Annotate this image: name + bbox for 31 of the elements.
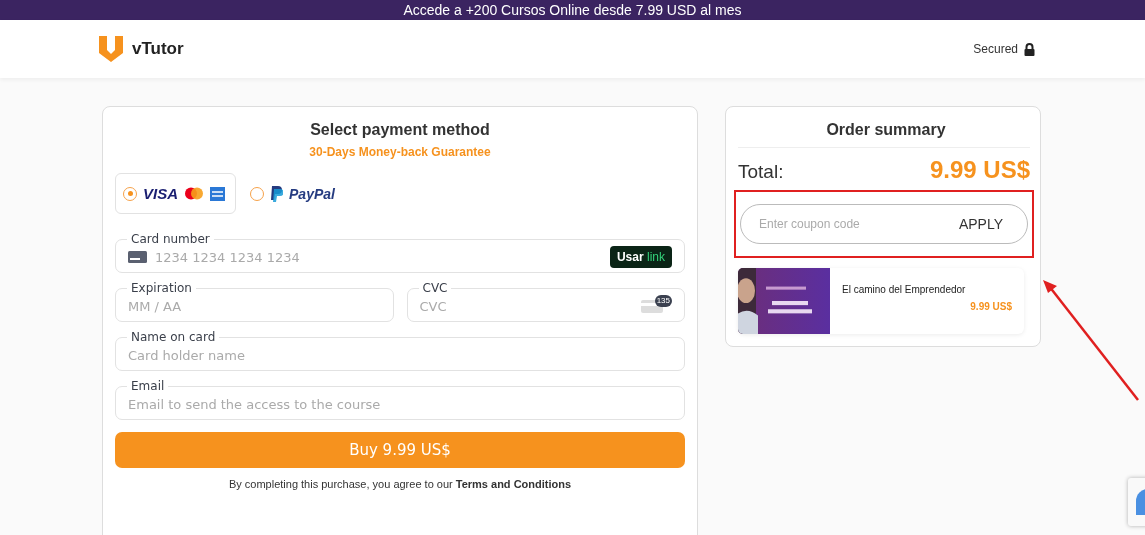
visa-logo: VISA — [143, 185, 178, 202]
total-label: Total: — [738, 161, 784, 183]
course-title: El camino del Emprendedor — [842, 284, 967, 295]
placeholder-text: MM / AA — [128, 298, 182, 314]
placeholder-text: Email to send the access to the course — [128, 396, 382, 412]
brand-name: vTutor — [132, 39, 184, 59]
terms-link[interactable]: Terms and Conditions — [455, 478, 572, 490]
banner-text: Accede a +200 Cursos Online desde 7.99 USD al mes — [403, 2, 742, 18]
paypal-logo: PayPal — [289, 185, 335, 202]
course-price: 9.99 US$ — [970, 301, 1012, 312]
summary-title: Order summary — [825, 121, 947, 139]
guarantee-text: 30-Days Money-back Guarantee — [308, 145, 492, 159]
placeholder-text: 1234 1234 1234 1234 — [155, 249, 301, 265]
payment-option[interactable]: PayPal — [242, 173, 346, 214]
terms-text: By completing this purchase, you agree to our Terms and Conditions — [227, 478, 573, 490]
secured-label: Secured — [973, 42, 1018, 56]
placeholder-text: Enter coupon code — [759, 217, 860, 231]
link-button[interactable]: Usar link — [609, 246, 672, 268]
logo-icon — [98, 35, 124, 63]
total-price: 9.99 US$ — [929, 156, 1030, 184]
placeholder-text: Card holder name — [128, 347, 246, 363]
apply-button[interactable]: APPLY — [952, 215, 1009, 233]
lock-icon — [1024, 42, 1035, 56]
payment-option[interactable]: VISA — [115, 173, 236, 214]
paypal-icon — [270, 185, 283, 202]
payment-title: Select payment method — [309, 121, 491, 139]
cvc-digits: 135 — [654, 295, 672, 307]
placeholder-text: CVC — [419, 298, 447, 314]
field-label: Expiration — [127, 281, 196, 296]
mastercard-icon — [184, 187, 204, 200]
credit-card-icon — [128, 251, 147, 263]
